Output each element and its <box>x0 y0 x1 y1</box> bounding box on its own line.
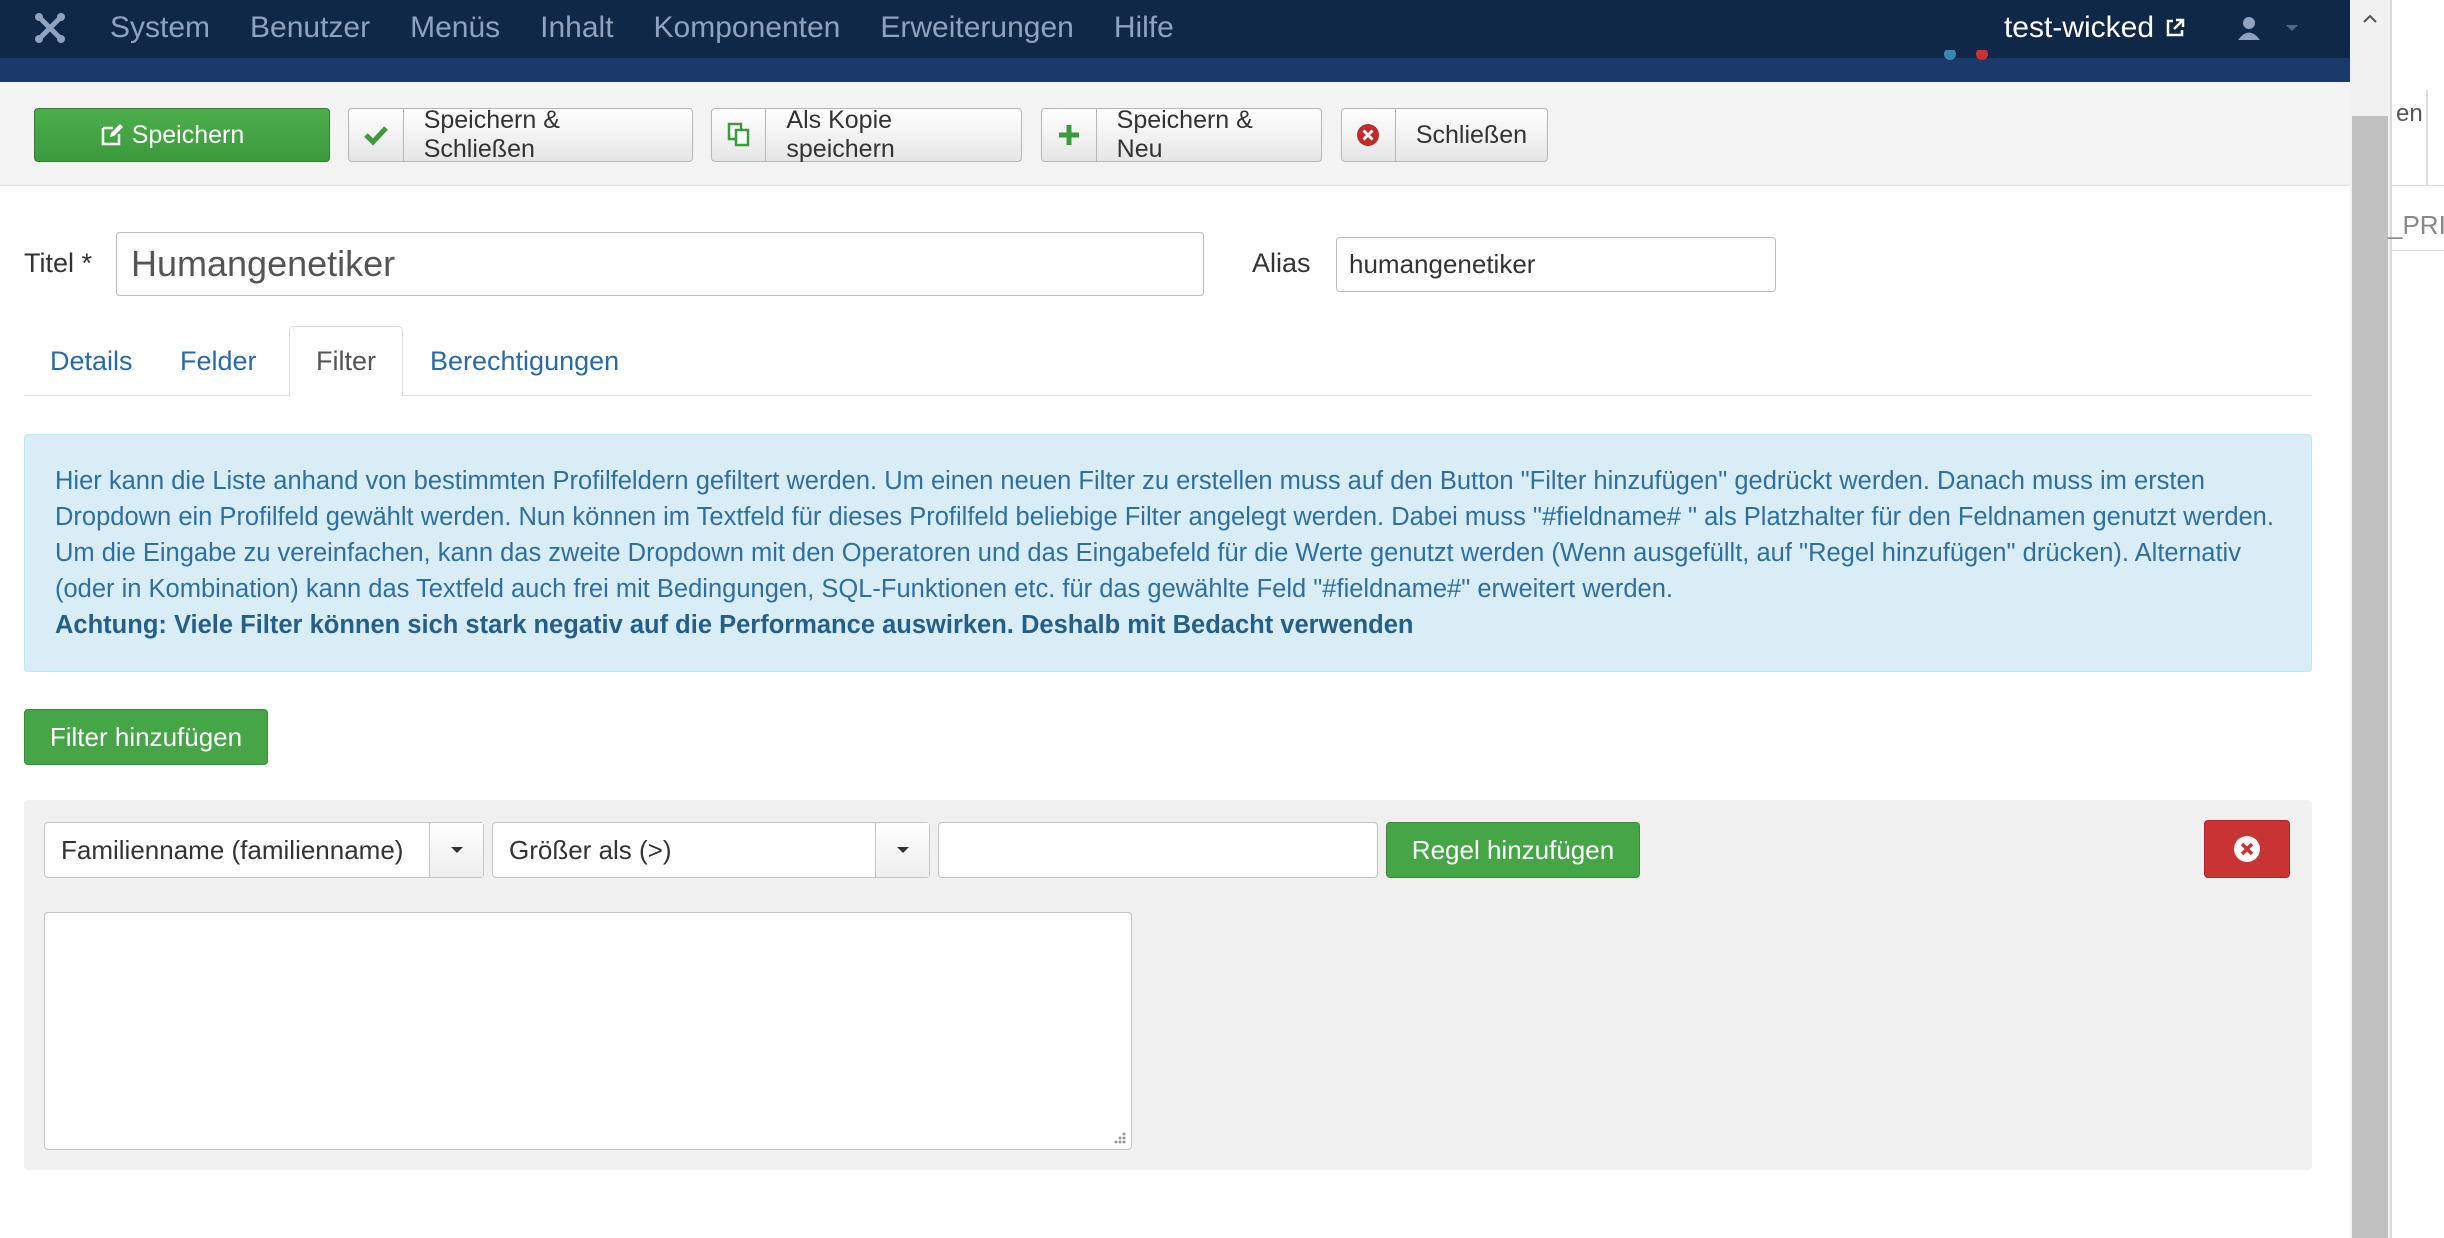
operator-select-value: Größer als (>) <box>509 834 672 865</box>
check-icon <box>364 126 388 146</box>
user-icon <box>2238 17 2260 40</box>
nav-benutzer[interactable]: Benutzer <box>250 11 370 45</box>
save-copy-button[interactable]: Als Kopie speichern <box>711 106 1022 163</box>
field-select-value: Familienname (familienname) <box>61 834 404 865</box>
tab-bar: Details Felder Filter Berechtigungen <box>24 326 2312 397</box>
scroll-up-icon[interactable] <box>2352 4 2388 34</box>
save-new-button[interactable]: Speichern & Neu <box>1041 106 1322 163</box>
info-text: Hier kann die Liste anhand von bestimmte… <box>55 467 2274 603</box>
remove-filter-button[interactable] <box>2204 820 2290 878</box>
title-input[interactable]: Humangenetiker <box>116 232 1204 296</box>
nav-inhalt[interactable]: Inhalt <box>540 11 613 45</box>
save-close-label: Speichern & Schließen <box>423 106 560 163</box>
site-link[interactable]: test-wicked <box>2004 11 2186 45</box>
alias-input[interactable]: humangenetiker <box>1336 237 1776 292</box>
filter-row-panel: Familienname (familienname) Größer als (… <box>24 800 2312 1170</box>
close-circle-icon <box>1357 124 1380 146</box>
remove-circle-icon <box>2234 836 2260 862</box>
nav-erweiterungen[interactable]: Erweiterungen <box>880 11 1073 45</box>
copy-icon <box>727 122 749 147</box>
background-divider <box>2392 250 2444 251</box>
caret-down-icon <box>450 847 463 853</box>
background-text: _PRIV <box>2388 210 2444 240</box>
save-close-button[interactable]: Speichern & Schließen <box>348 106 693 163</box>
tab-felder[interactable]: Felder <box>154 326 283 396</box>
info-alert: Hier kann die Liste anhand von bestimmte… <box>24 434 2312 672</box>
edit-icon <box>101 124 123 146</box>
site-name: test-wicked <box>2003 11 2154 44</box>
tab-berechtigungen[interactable]: Berechtigungen <box>404 326 645 396</box>
joomla-logo-icon[interactable] <box>30 8 70 48</box>
operator-select[interactable]: Größer als (>) <box>492 822 930 878</box>
caret-down-icon <box>896 847 909 853</box>
status-dots-icon <box>1944 50 1988 60</box>
external-link-icon <box>2166 18 2185 37</box>
user-menu[interactable] <box>2236 15 2300 41</box>
nav-system[interactable]: System <box>110 11 210 45</box>
action-toolbar: Speichern Speichern & Schließen Als Kopi… <box>0 82 2350 186</box>
alias-label: Alias <box>1252 248 1311 278</box>
tab-details[interactable]: Details <box>24 326 159 396</box>
filter-condition-textarea[interactable] <box>44 912 1132 1150</box>
add-filter-button[interactable]: Filter hinzufügen <box>24 709 268 765</box>
background-divider <box>2426 90 2428 185</box>
top-navbar: System Benutzer Menüs Inhalt Komponenten… <box>0 0 2350 82</box>
save-label: Speichern <box>131 120 245 149</box>
background-divider <box>2392 185 2444 186</box>
field-select[interactable]: Familienname (familienname) <box>44 822 484 878</box>
chevron-down-icon <box>2286 25 2298 31</box>
scrollbar-thumb[interactable] <box>2352 116 2388 1238</box>
tab-filter[interactable]: Filter <box>289 326 403 397</box>
background-text: en <box>2396 100 2423 127</box>
save-button[interactable]: Speichern <box>34 108 330 162</box>
rule-value-input[interactable] <box>938 822 1378 878</box>
performance-warning: Achtung: Viele Filter können sich stark … <box>55 611 1414 639</box>
save-copy-label: Als Kopie speichern <box>786 106 895 163</box>
nav-hilfe[interactable]: Hilfe <box>1114 11 1174 45</box>
close-button[interactable]: Schließen <box>1341 108 1548 162</box>
title-label: Titel * <box>24 248 93 278</box>
nav-menues[interactable]: Menüs <box>410 11 500 45</box>
save-new-label: Speichern & Neu <box>1116 106 1253 163</box>
plus-icon <box>1058 125 1079 145</box>
close-label: Schließen <box>1415 120 1527 149</box>
nav-komponenten[interactable]: Komponenten <box>654 11 841 45</box>
resize-grip-icon[interactable] <box>1111 1129 1127 1145</box>
add-rule-button[interactable]: Regel hinzufügen <box>1386 822 1640 878</box>
